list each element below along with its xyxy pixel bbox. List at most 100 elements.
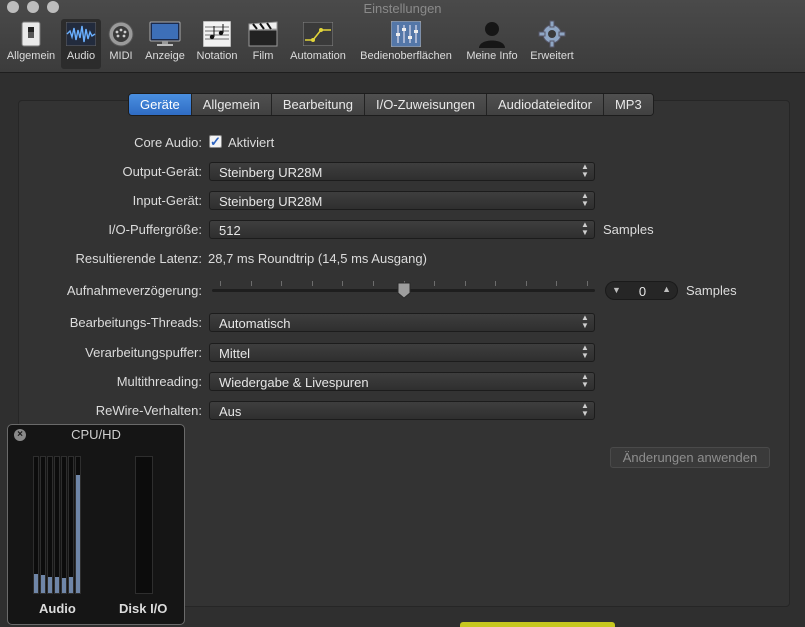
audio-core-meter-fill: [55, 577, 59, 593]
midi-connector-icon: [105, 19, 137, 49]
slider-tick: [281, 281, 283, 286]
output-device-label: Output-Gerät:: [122, 164, 202, 179]
toolbar-item-notation[interactable]: Notation: [192, 19, 242, 69]
toolbar-label: Audio: [66, 50, 96, 62]
toolbar-label: Allgemein: [6, 50, 56, 62]
buffer-size-label: I/O-Puffergröße:: [108, 222, 202, 237]
toolbar-label: Meine Info: [466, 50, 518, 62]
audio-core-meter-fill: [48, 577, 52, 593]
increment-icon[interactable]: ▲: [662, 284, 671, 294]
input-device-value: Steinberg UR28M: [219, 194, 323, 209]
popup-arrows-icon: ▲ ▼: [581, 220, 589, 237]
tab-allgemein[interactable]: Allgemein: [191, 94, 272, 115]
audio-core-meter: [61, 456, 67, 594]
disk-io-meter: [135, 456, 153, 594]
audio-core-meter-fill: [69, 577, 73, 593]
toolbar-item-audio[interactable]: Audio: [61, 19, 101, 69]
tab-io-zuweisungen[interactable]: I/O-Zuweisungen: [364, 94, 487, 115]
popup-arrows-icon: ▲ ▼: [581, 401, 589, 418]
tab-bearbeitung[interactable]: Bearbeitung: [271, 94, 365, 115]
audio-core-meter: [68, 456, 74, 594]
waveform-icon: [65, 19, 97, 49]
bottom-yellow-strip: [460, 622, 615, 627]
record-delay-label: Aufnahmeverzögerung:: [66, 283, 202, 298]
toolbar-item-anzeige[interactable]: Anzeige: [142, 19, 188, 69]
audio-meter-label: Audio: [39, 601, 76, 616]
slider-tick: [556, 281, 558, 286]
core-audio-checkbox-label: Aktiviert: [228, 135, 275, 150]
toolbar-item-meine-info[interactable]: Meine Info: [462, 19, 522, 69]
process-buffer-popup[interactable]: Mittel ▲ ▼: [209, 343, 595, 362]
popup-arrows-icon: ▲ ▼: [581, 372, 589, 389]
toolbar-label: Bedienoberflächen: [360, 50, 452, 62]
audio-core-meter: [54, 456, 60, 594]
slider-tick: [250, 281, 252, 286]
audio-core-meter-fill: [34, 574, 38, 593]
score-icon: [201, 19, 233, 49]
audio-core-meter-fill: [41, 575, 45, 593]
multithreading-value: Wiedergabe & Livespuren: [219, 375, 369, 390]
toolbar-item-midi[interactable]: MIDI: [104, 19, 138, 69]
switch-icon: [15, 19, 47, 49]
tab-audiodateieditor[interactable]: Audiodateieditor: [486, 94, 604, 115]
slider-tick: [434, 281, 436, 286]
automation-icon: [302, 19, 334, 49]
popup-arrows-icon: ▲ ▼: [581, 343, 589, 360]
tab-geraete[interactable]: Geräte: [129, 94, 192, 115]
cpu-hd-window: × CPU/HD Audio Disk I/O: [7, 424, 185, 625]
input-device-popup[interactable]: Steinberg UR28M ▲ ▼: [209, 191, 595, 210]
popup-arrows-icon: ▲ ▼: [581, 162, 589, 179]
rewire-popup[interactable]: Aus ▲ ▼: [209, 401, 595, 420]
core-audio-checkbox[interactable]: ✓: [209, 135, 222, 148]
toolbar-item-automation[interactable]: Automation: [286, 19, 350, 69]
popup-arrows-icon: ▲ ▼: [581, 191, 589, 208]
toolbar-item-allgemein[interactable]: Allgemein: [3, 19, 59, 69]
multithreading-popup[interactable]: Wiedergabe & Livespuren ▲ ▼: [209, 372, 595, 391]
window-title: Einstellungen: [363, 1, 442, 16]
cpu-hd-title: CPU/HD: [71, 427, 121, 442]
monitor-icon: [149, 19, 181, 49]
toolbar-label: Film: [252, 50, 274, 62]
disk-io-meter-label: Disk I/O: [119, 601, 168, 616]
multithreading-label: Multithreading:: [116, 374, 202, 389]
toolbar-item-erweitert[interactable]: Erweitert: [526, 19, 578, 69]
record-delay-stepper[interactable]: ▼ 0 ▲: [605, 281, 678, 300]
window-toolbar: Einstellungen Allgemein Audio MIDI Anzei…: [0, 0, 805, 73]
process-buffer-value: Mittel: [219, 346, 251, 361]
input-device-label: Input-Gerät:: [132, 193, 202, 208]
slider-tick: [464, 281, 466, 286]
audio-core-meter: [75, 456, 81, 594]
toolbar-item-film[interactable]: Film: [246, 19, 280, 69]
core-audio-label: Core Audio:: [134, 135, 202, 150]
audio-core-meter-fill: [76, 475, 80, 593]
rewire-label: ReWire-Verhalten:: [95, 403, 202, 418]
toolbar-label: Erweitert: [530, 50, 574, 62]
clapperboard-icon: [247, 19, 279, 49]
buffer-size-value: 512: [219, 223, 241, 238]
tab-bar: Geräte Allgemein Bearbeitung I/O-Zuweisu…: [128, 93, 654, 116]
audio-core-meter: [40, 456, 46, 594]
slider-tick: [220, 281, 221, 286]
buffer-size-popup[interactable]: 512 ▲ ▼: [209, 220, 595, 239]
buffer-size-unit: Samples: [603, 222, 654, 237]
latency-label: Resultierende Latenz:: [75, 251, 202, 266]
slider-tick: [587, 281, 588, 286]
processing-threads-popup[interactable]: Automatisch ▲ ▼: [209, 313, 595, 332]
gear-icon: [536, 19, 568, 49]
toolbar-item-bedienoberflaechen[interactable]: Bedienoberflächen: [355, 19, 457, 69]
slider-tick: [495, 281, 497, 286]
person-icon: [476, 19, 508, 49]
toolbar-label: Notation: [196, 50, 238, 62]
slider-tick: [311, 281, 313, 286]
processing-threads-label: Bearbeitungs-Threads:: [69, 315, 202, 330]
apply-changes-button[interactable]: Änderungen anwenden: [610, 447, 770, 468]
toolbar-label: Automation: [290, 50, 346, 62]
tab-mp3[interactable]: MP3: [603, 94, 653, 115]
toolbar-label: MIDI: [109, 50, 133, 62]
slider-tick: [372, 281, 374, 286]
processing-threads-value: Automatisch: [219, 316, 291, 331]
record-delay-unit: Samples: [686, 283, 737, 298]
record-delay-slider-knob[interactable]: [397, 282, 411, 299]
rewire-value: Aus: [219, 404, 242, 419]
output-device-popup[interactable]: Steinberg UR28M ▲ ▼: [209, 162, 595, 181]
